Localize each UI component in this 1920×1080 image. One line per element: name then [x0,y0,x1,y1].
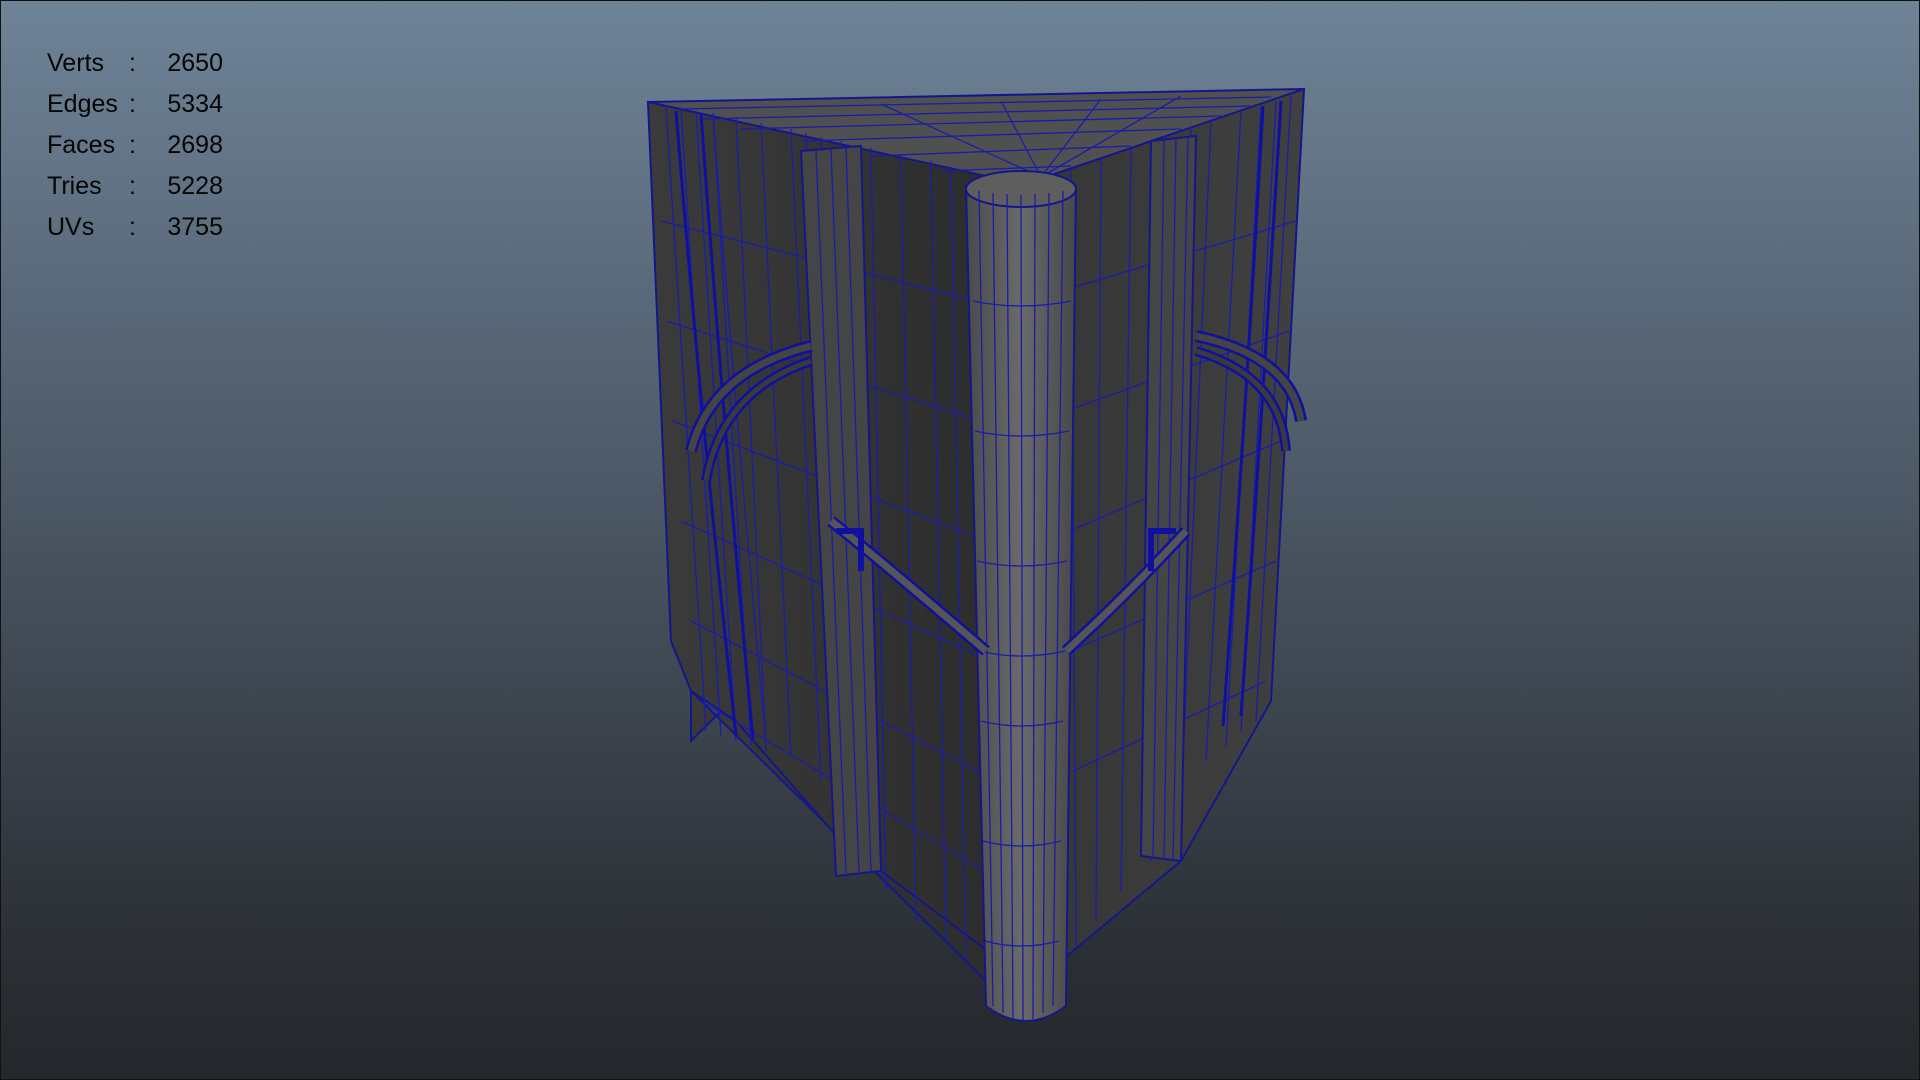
3d-viewport[interactable]: Verts : 2650 Edges : 5334 Faces : 2698 T… [0,0,1920,1080]
wireframe-mesh-model[interactable] [1,1,1919,1079]
front-corner-pillar [964,170,1078,1022]
